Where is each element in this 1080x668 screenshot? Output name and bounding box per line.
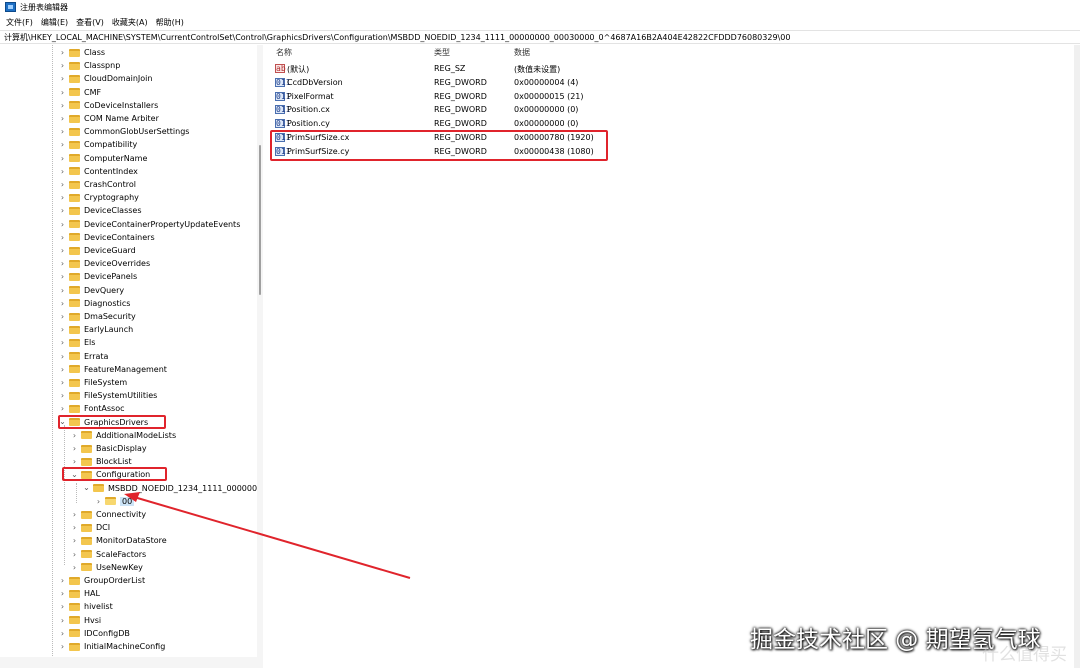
annotation-arrow	[124, 492, 411, 579]
arrow-shaft	[133, 496, 411, 579]
watermark-secondary: 什么值得买	[982, 645, 1067, 665]
arrow-head	[124, 492, 140, 502]
